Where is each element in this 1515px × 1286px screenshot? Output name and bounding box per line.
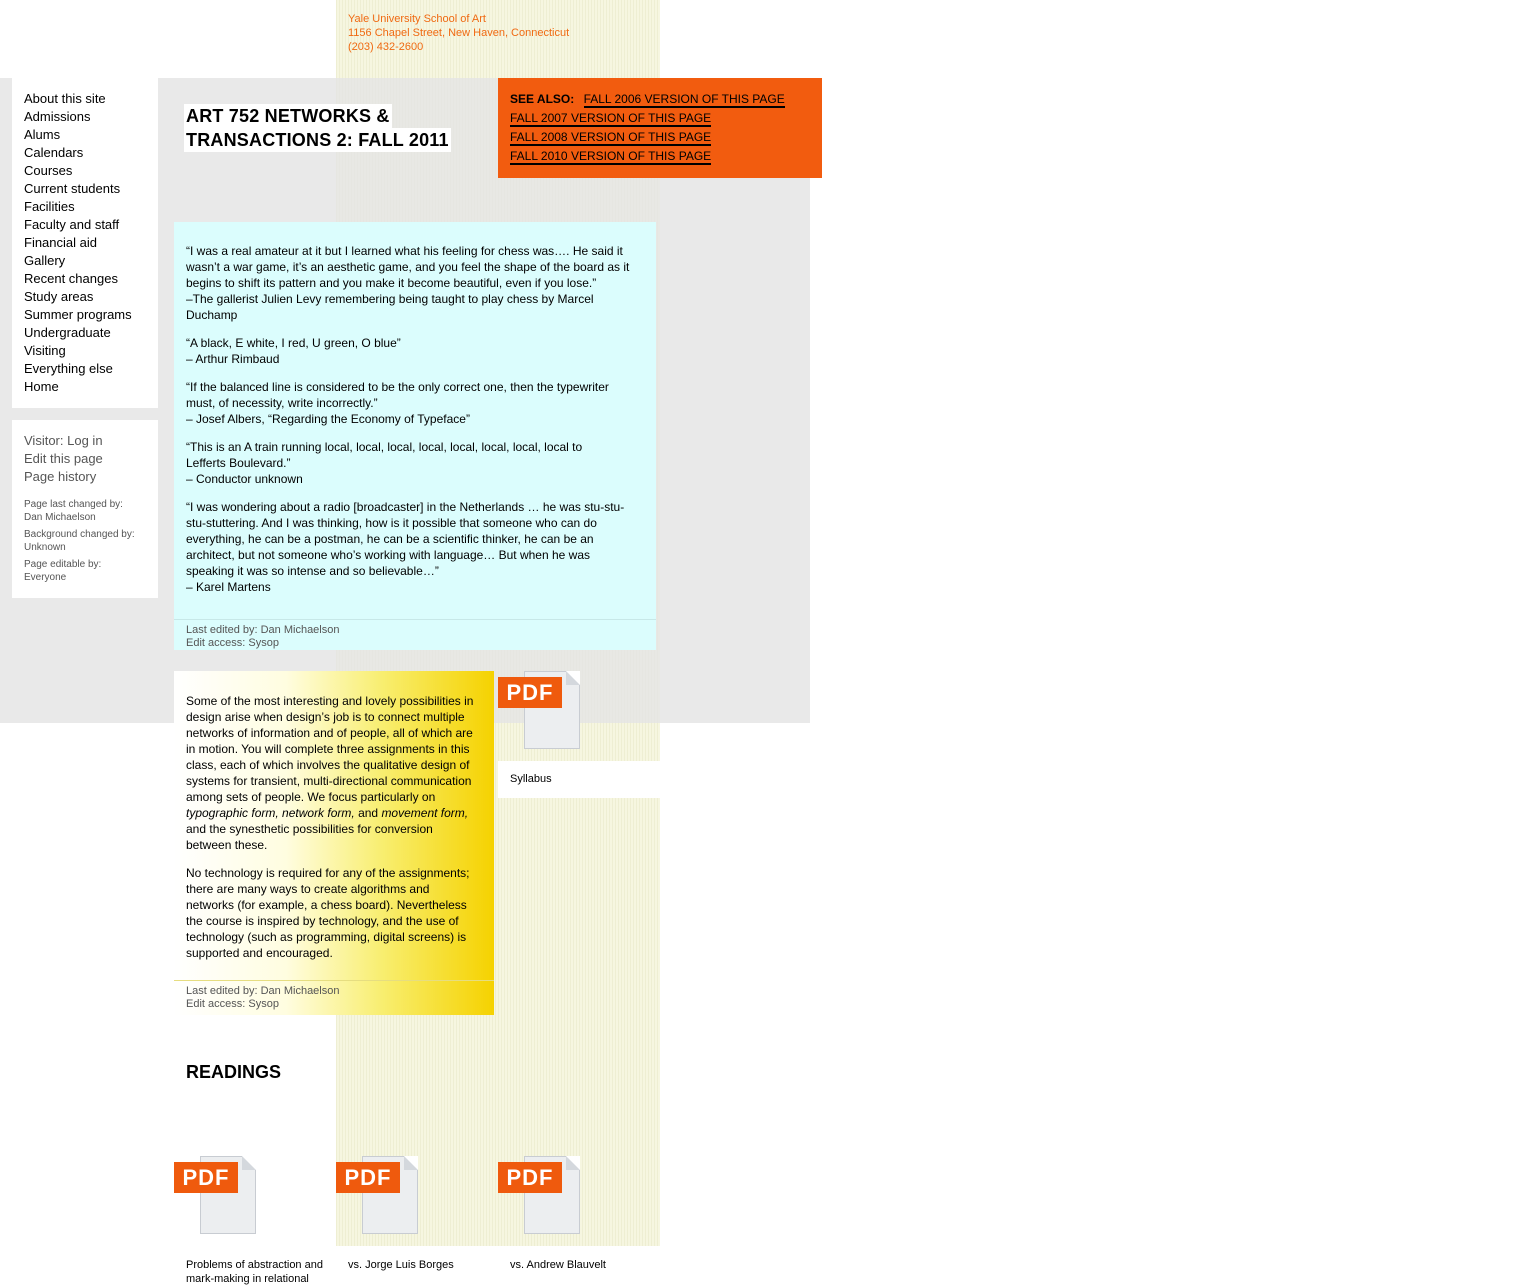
quote-martens: “I was wondering about a radio [broadcas… xyxy=(186,500,625,594)
pdf-icon[interactable]: PDF xyxy=(498,1156,580,1236)
description-paragraph-1: Some of the most interesting and lovely … xyxy=(186,694,474,852)
nav-item-current-students[interactable]: Current students xyxy=(24,180,158,198)
nav-item-about[interactable]: About this site xyxy=(24,90,158,108)
nav-item-courses[interactable]: Courses xyxy=(24,162,158,180)
page-title: ART 752 NETWORKS & TRANSACTIONS 2: FALL … xyxy=(186,104,486,152)
nav-item-study-areas[interactable]: Study areas xyxy=(24,288,158,306)
nav-item-undergraduate[interactable]: Undergraduate xyxy=(24,324,158,342)
nav-item-admissions[interactable]: Admissions xyxy=(24,108,158,126)
quote-albers: “If the balanced line is considered to b… xyxy=(186,380,609,426)
visitor-prefix: Visitor: xyxy=(24,433,64,448)
fall-2008-link[interactable]: Fall 2008 version of this page xyxy=(510,130,712,146)
visitor-status: Visitor: Log in xyxy=(24,432,158,450)
see-also-label: SEE ALSO: xyxy=(510,92,575,106)
quotes-block: “I was a real amateur at it but I learne… xyxy=(174,222,656,650)
background-changed-label: Background changed by: xyxy=(24,529,135,540)
address-line-street: 1156 Chapel Street, New Haven, Connectic… xyxy=(348,27,570,39)
nav-item-alums[interactable]: Alums xyxy=(24,126,158,144)
reading-item-abstraction[interactable]: Problems of abstraction and mark-making … xyxy=(186,1258,326,1286)
editable-by-value: Everyone xyxy=(24,572,67,583)
sidebar-nav: About this site Admissions Alums Calenda… xyxy=(12,78,158,408)
nav-item-faculty[interactable]: Faculty and staff xyxy=(24,216,158,234)
fall-2006-link[interactable]: Fall 2006 version of this page xyxy=(583,92,785,108)
editable-by-label: Page editable by: xyxy=(24,559,102,570)
pdf-icon[interactable]: PDF xyxy=(498,671,580,751)
login-link[interactable]: Log in xyxy=(67,433,102,448)
see-also-box: SEE ALSO: Fall 2006 version of this page… xyxy=(498,78,822,178)
last-edited-text: Last edited by: Dan Michaelson xyxy=(186,985,340,997)
background-changed-value: Unknown xyxy=(24,542,66,553)
description-paragraph-2: No technology is required for any of the… xyxy=(186,866,470,960)
page-meta: Page last changed by: Dan Michaelson Bac… xyxy=(12,486,158,584)
quote-rimbaud: “A black, E white, I red, U green, O blu… xyxy=(186,336,401,366)
nav-item-facilities[interactable]: Facilities xyxy=(24,198,158,216)
nav-item-everything-else[interactable]: Everything else xyxy=(24,360,158,378)
pdf-badge: PDF xyxy=(498,1162,562,1193)
nav-list: About this site Admissions Alums Calenda… xyxy=(12,78,158,396)
reading-item-blauvelt[interactable]: vs. Andrew Blauvelt xyxy=(510,1258,650,1272)
school-address: Yale University School of Art 1156 Chape… xyxy=(348,12,569,54)
fall-2007-link[interactable]: Fall 2007 version of this page xyxy=(510,111,712,127)
nav-item-summer-programs[interactable]: Summer programs xyxy=(24,306,158,324)
last-changed-value: Dan Michaelson xyxy=(24,512,96,523)
nav-item-recent-changes[interactable]: Recent changes xyxy=(24,270,158,288)
description-edit-info: Last edited by: Dan Michaelson Edit acce… xyxy=(174,980,494,1011)
quote-conductor: “This is an A train running local, local… xyxy=(186,440,583,486)
syllabus-label[interactable]: Syllabus xyxy=(510,773,552,786)
page-title-line-1: ART 752 NETWORKS & xyxy=(186,106,390,126)
pdf-icon[interactable]: PDF xyxy=(174,1156,256,1236)
syllabus-item[interactable]: Syllabus xyxy=(498,761,660,798)
readings-heading: READINGS xyxy=(186,1062,282,1082)
nav-item-home[interactable]: Home xyxy=(24,378,158,396)
nav-item-financial-aid[interactable]: Financial aid xyxy=(24,234,158,252)
quote-duchamp: “I was a real amateur at it but I learne… xyxy=(186,244,630,322)
pdf-badge: PDF xyxy=(498,677,562,708)
edit-access-text: Edit access: Sysop xyxy=(186,637,279,649)
nav-item-visiting[interactable]: Visiting xyxy=(24,342,158,360)
pdf-icon[interactable]: PDF xyxy=(336,1156,418,1236)
last-edited-text: Last edited by: Dan Michaelson xyxy=(186,624,340,636)
visitor-panel: Visitor: Log in Edit this page Page hist… xyxy=(12,420,158,598)
nav-item-calendars[interactable]: Calendars xyxy=(24,144,158,162)
address-line-name: Yale University School of Art xyxy=(348,13,486,25)
edit-access-text: Edit access: Sysop xyxy=(186,998,279,1010)
page-history-link[interactable]: Page history xyxy=(24,468,158,486)
fall-2010-link[interactable]: Fall 2010 version of this page xyxy=(510,149,712,165)
address-line-phone: (203) 432-2600 xyxy=(348,41,424,53)
course-description: Some of the most interesting and lovely … xyxy=(174,671,494,1015)
last-changed-label: Page last changed by: xyxy=(24,499,123,510)
pdf-badge: PDF xyxy=(174,1162,238,1193)
nav-item-gallery[interactable]: Gallery xyxy=(24,252,158,270)
pdf-badge: PDF xyxy=(336,1162,400,1193)
page-title-line-2: TRANSACTIONS 2: FALL 2011 xyxy=(186,130,449,150)
edit-page-link[interactable]: Edit this page xyxy=(24,450,158,468)
quotes-edit-info: Last edited by: Dan Michaelson Edit acce… xyxy=(174,619,656,650)
reading-item-borges[interactable]: vs. Jorge Luis Borges xyxy=(348,1258,488,1272)
